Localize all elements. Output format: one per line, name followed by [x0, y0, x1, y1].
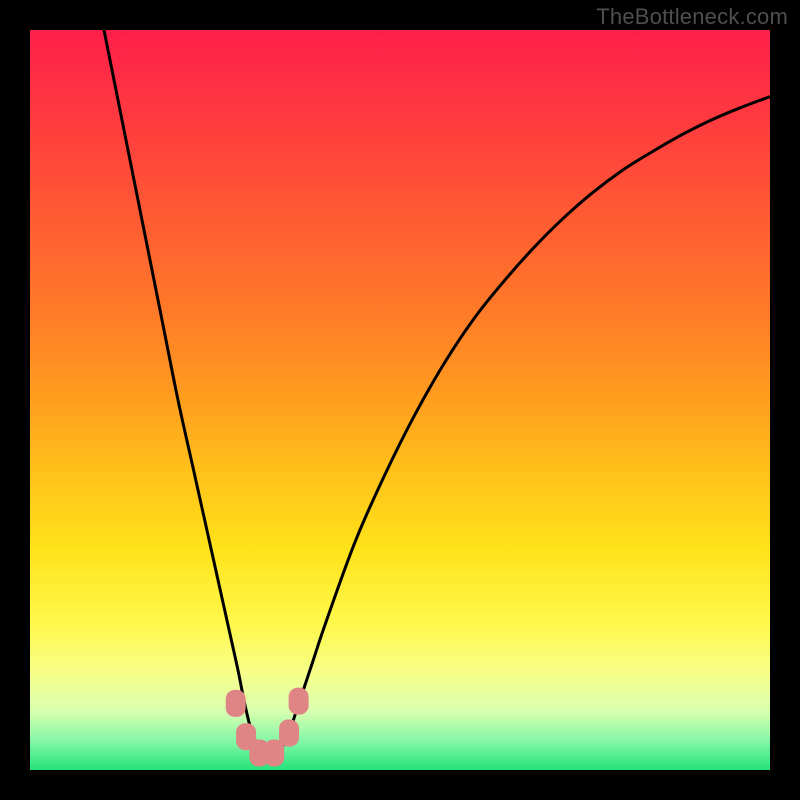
watermark-text: TheBottleneck.com: [596, 4, 788, 30]
curve-marker: [289, 688, 309, 715]
curve-marker: [264, 739, 284, 766]
plot-area: [30, 30, 770, 770]
plot-svg: [30, 30, 770, 770]
curve-marker: [279, 720, 299, 747]
chart-frame: TheBottleneck.com: [0, 0, 800, 800]
gradient-background: [30, 30, 770, 770]
curve-marker: [226, 690, 246, 717]
